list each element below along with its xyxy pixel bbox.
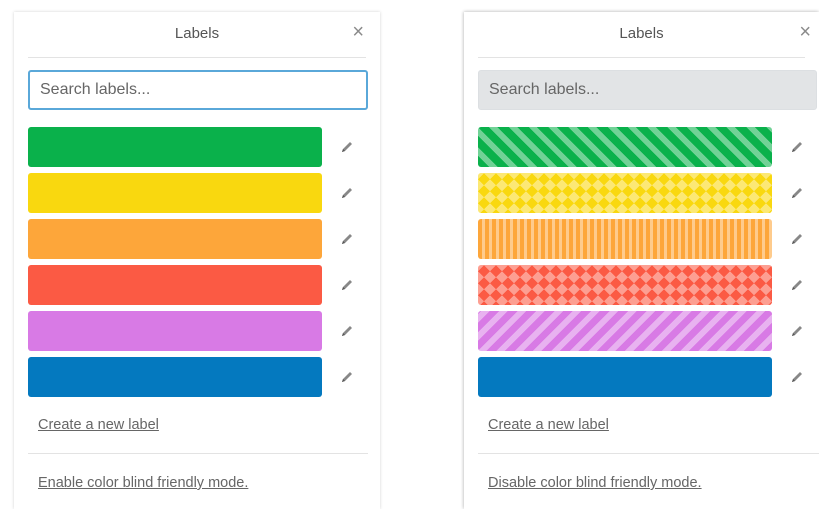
popover-header: Labels ×: [478, 12, 811, 58]
search-labels-input[interactable]: [478, 70, 817, 110]
edit-pencil-icon[interactable]: [340, 324, 354, 338]
close-icon[interactable]: ×: [799, 22, 811, 42]
popover-title: Labels: [619, 25, 664, 42]
divider: [478, 453, 819, 454]
edit-pencil-icon[interactable]: [790, 324, 804, 338]
search-labels-input[interactable]: [28, 70, 368, 110]
labels-popover-colorblind: Labels × Create a new label Disable colo…: [464, 12, 819, 509]
close-icon[interactable]: ×: [352, 22, 364, 42]
edit-pencil-icon[interactable]: [340, 278, 354, 292]
label-purple-striped[interactable]: [478, 311, 772, 351]
edit-pencil-icon[interactable]: [790, 370, 804, 384]
popover-title: Labels: [174, 25, 220, 42]
divider: [28, 453, 368, 454]
label-green-striped[interactable]: [478, 127, 772, 167]
edit-pencil-icon[interactable]: [340, 232, 354, 246]
edit-pencil-icon[interactable]: [340, 370, 354, 384]
create-label-link[interactable]: Create a new label: [38, 417, 159, 433]
edit-pencil-icon[interactable]: [790, 232, 804, 246]
label-yellow-diamonds[interactable]: [478, 173, 772, 213]
label-purple[interactable]: [28, 311, 322, 351]
edit-pencil-icon[interactable]: [340, 140, 354, 154]
enable-colorblind-mode-link[interactable]: Enable color blind friendly mode.: [38, 475, 248, 491]
label-orange-vertical-stripes[interactable]: [478, 219, 772, 259]
label-green[interactable]: [28, 127, 322, 167]
edit-pencil-icon[interactable]: [340, 186, 354, 200]
edit-pencil-icon[interactable]: [790, 278, 804, 292]
labels-popover-normal: Labels × Create a new label Enable color…: [14, 12, 380, 509]
label-red[interactable]: [28, 265, 322, 305]
edit-pencil-icon[interactable]: [790, 140, 804, 154]
popover-header: Labels ×: [28, 12, 366, 58]
label-blue[interactable]: [478, 357, 772, 397]
label-blue[interactable]: [28, 357, 322, 397]
create-label-link[interactable]: Create a new label: [488, 417, 609, 433]
label-orange[interactable]: [28, 219, 322, 259]
label-yellow[interactable]: [28, 173, 322, 213]
label-red-diamonds[interactable]: [478, 265, 772, 305]
disable-colorblind-mode-link[interactable]: Disable color blind friendly mode.: [488, 475, 702, 491]
edit-pencil-icon[interactable]: [790, 186, 804, 200]
